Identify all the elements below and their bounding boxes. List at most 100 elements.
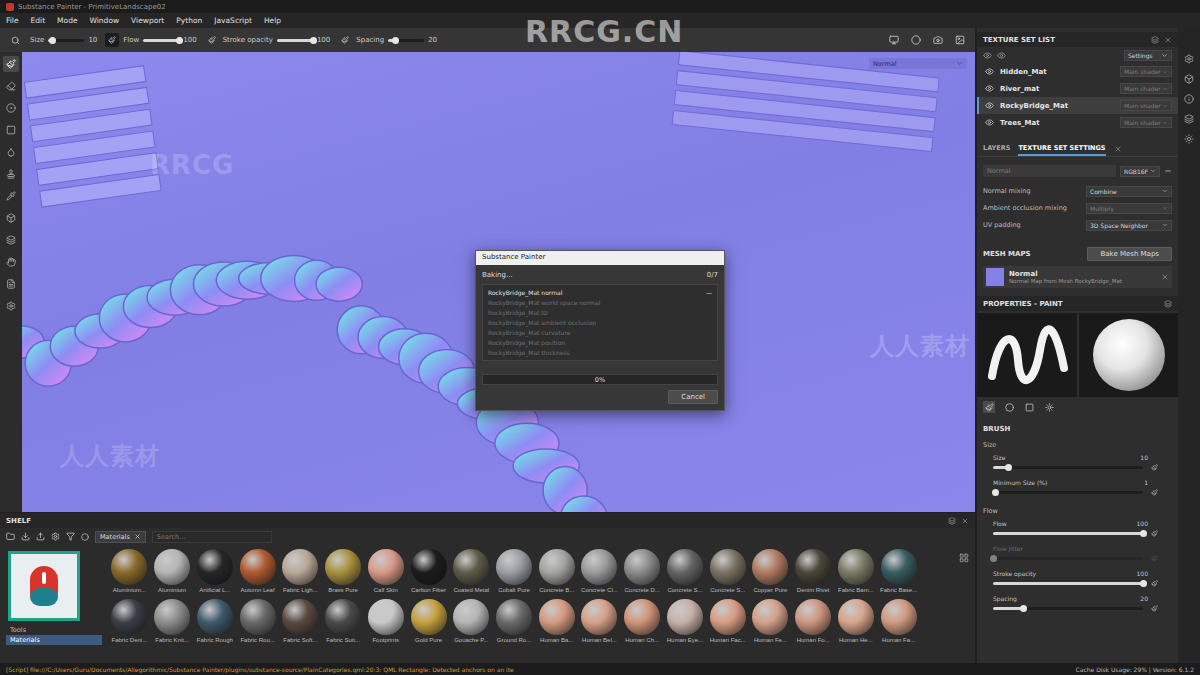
slider-handle[interactable] bbox=[990, 555, 997, 562]
mesh-map-item[interactable]: NormalNormal Map from Mesh RockyBridge_M… bbox=[983, 266, 1172, 288]
remove-icon[interactable] bbox=[1164, 167, 1172, 175]
material-item[interactable]: Ground Ro... bbox=[493, 599, 536, 643]
menu-item[interactable]: Python bbox=[176, 16, 202, 25]
material-item[interactable]: Fabric Soft... bbox=[279, 599, 322, 643]
export-icon[interactable] bbox=[36, 532, 45, 541]
slider-track[interactable] bbox=[993, 491, 1143, 494]
setting-dropdown[interactable]: Combine bbox=[1086, 186, 1172, 197]
panel-tab[interactable]: TEXTURE SET SETTINGS bbox=[1018, 141, 1105, 156]
symmetry-icon[interactable] bbox=[8, 33, 22, 47]
display-icon[interactable] bbox=[887, 33, 901, 47]
material-item[interactable]: Denim Rivet bbox=[792, 549, 835, 593]
shader-dropdown[interactable]: Main shader bbox=[1120, 83, 1172, 94]
viewport[interactable]: NormalSubstance PainterBaking...0/7Rocky… bbox=[22, 52, 975, 512]
slider-handle[interactable] bbox=[1020, 605, 1027, 612]
param-slider[interactable] bbox=[48, 39, 84, 42]
eye-icon[interactable] bbox=[985, 101, 994, 110]
material-item[interactable]: Cobalt Pure bbox=[493, 549, 536, 593]
material-item[interactable]: Aluminium... bbox=[108, 549, 151, 593]
info-icon[interactable] bbox=[1184, 94, 1194, 104]
menu-item[interactable]: Edit bbox=[31, 16, 46, 25]
material-item[interactable]: Fabric Ligh... bbox=[279, 549, 322, 593]
clear-icon[interactable] bbox=[81, 533, 89, 541]
material-item[interactable]: Human Ch... bbox=[621, 599, 664, 643]
pen-pressure-icon[interactable] bbox=[1151, 464, 1158, 471]
pen-pressure-icon[interactable] bbox=[1151, 489, 1158, 496]
material-item[interactable]: Carbon Fiber bbox=[407, 549, 450, 593]
material-item[interactable]: Fabric Base... bbox=[877, 549, 920, 593]
material-item[interactable]: Human Fa... bbox=[877, 599, 920, 643]
slider-track[interactable] bbox=[993, 607, 1143, 610]
layers-icon[interactable] bbox=[1184, 114, 1194, 124]
slider-handle[interactable] bbox=[992, 489, 999, 496]
pen-pressure-icon[interactable] bbox=[1151, 605, 1158, 612]
material-item[interactable]: Concrete S... bbox=[664, 549, 707, 593]
settings-icon[interactable] bbox=[51, 532, 60, 541]
pressure-icon[interactable] bbox=[338, 33, 352, 47]
menu-item[interactable]: JavaScript bbox=[214, 16, 252, 25]
slider-handle[interactable] bbox=[1140, 530, 1147, 537]
filter-tag[interactable]: Materials bbox=[95, 531, 146, 543]
pen-pressure-icon[interactable] bbox=[1151, 580, 1158, 587]
format-dropdown[interactable]: RGB16F bbox=[1120, 166, 1160, 177]
settings-dropdown[interactable]: Settings bbox=[1124, 50, 1172, 61]
eye-icon[interactable] bbox=[985, 118, 994, 127]
material-item[interactable]: Artificial L... bbox=[193, 549, 236, 593]
eye-icon[interactable] bbox=[997, 51, 1006, 60]
tool-button[interactable] bbox=[3, 78, 19, 94]
menu-item[interactable]: File bbox=[6, 16, 19, 25]
material-item[interactable]: Concrete Cl... bbox=[578, 549, 621, 593]
eye-icon[interactable] bbox=[985, 67, 994, 76]
slider-handle[interactable] bbox=[176, 37, 183, 44]
material-item[interactable]: Human Bel... bbox=[578, 599, 621, 643]
texture-set-row[interactable]: Trees_MatMain shader bbox=[977, 114, 1178, 131]
tool-button[interactable] bbox=[3, 210, 19, 226]
shader-dropdown[interactable]: Main shader bbox=[1120, 66, 1172, 77]
param-slider[interactable] bbox=[277, 39, 313, 42]
display-settings-icon[interactable] bbox=[1184, 74, 1194, 84]
filter-icon[interactable] bbox=[66, 532, 75, 541]
menu-item[interactable]: Help bbox=[264, 16, 281, 25]
material-item[interactable]: Copper Pure bbox=[749, 549, 792, 593]
slider-handle[interactable] bbox=[1140, 580, 1147, 587]
tool-button[interactable] bbox=[3, 254, 19, 270]
material-item[interactable]: Gold Pure bbox=[407, 599, 450, 643]
material-tab[interactable] bbox=[1043, 401, 1055, 413]
tool-button[interactable] bbox=[3, 122, 19, 138]
slider-handle[interactable] bbox=[1005, 464, 1012, 471]
slider-handle[interactable] bbox=[49, 37, 56, 44]
pen-pressure-icon[interactable] bbox=[1151, 530, 1158, 537]
texture-set-row[interactable]: Hidden_MatMain shader bbox=[977, 63, 1178, 80]
material-item[interactable]: Concrete B... bbox=[535, 549, 578, 593]
material-item[interactable]: Fabric Rou... bbox=[236, 599, 279, 643]
close-icon[interactable] bbox=[1161, 273, 1169, 281]
material-item[interactable]: Calf Skin bbox=[364, 549, 407, 593]
material-item[interactable]: Concrete S... bbox=[706, 549, 749, 593]
material-item[interactable]: Aluminium bbox=[151, 549, 194, 593]
shelf-category[interactable]: Tools bbox=[6, 625, 102, 635]
material-item[interactable]: Fabric Suit... bbox=[322, 599, 365, 643]
channel-select[interactable]: Normal bbox=[869, 58, 967, 69]
slider-track[interactable] bbox=[993, 557, 1143, 560]
material-item[interactable]: Fabric Bam... bbox=[835, 549, 878, 593]
material-item[interactable]: Fabric Rough bbox=[193, 599, 236, 643]
screenshot-icon[interactable] bbox=[953, 33, 967, 47]
tool-button[interactable] bbox=[3, 276, 19, 292]
menu-item[interactable]: Viewport bbox=[131, 16, 164, 25]
settings-icon[interactable] bbox=[1184, 54, 1194, 64]
tool-button[interactable] bbox=[3, 232, 19, 248]
pressure-icon[interactable] bbox=[105, 33, 119, 47]
material-item[interactable]: Fabric Knit... bbox=[151, 599, 194, 643]
slider-track[interactable] bbox=[993, 582, 1143, 585]
menu-item[interactable]: Window bbox=[90, 16, 120, 25]
grid-view-icon[interactable] bbox=[959, 553, 969, 563]
tool-button[interactable] bbox=[3, 166, 19, 182]
material-item[interactable]: Coated Metal bbox=[450, 549, 493, 593]
menu-item[interactable]: Mode bbox=[57, 16, 77, 25]
tool-button[interactable] bbox=[3, 188, 19, 204]
eye-icon[interactable] bbox=[983, 51, 992, 60]
param-slider[interactable] bbox=[388, 39, 424, 42]
setting-dropdown[interactable]: 3D Space Neighbor bbox=[1086, 220, 1172, 231]
material-item[interactable]: Concrete D... bbox=[621, 549, 664, 593]
material-item[interactable]: Human Eye... bbox=[664, 599, 707, 643]
